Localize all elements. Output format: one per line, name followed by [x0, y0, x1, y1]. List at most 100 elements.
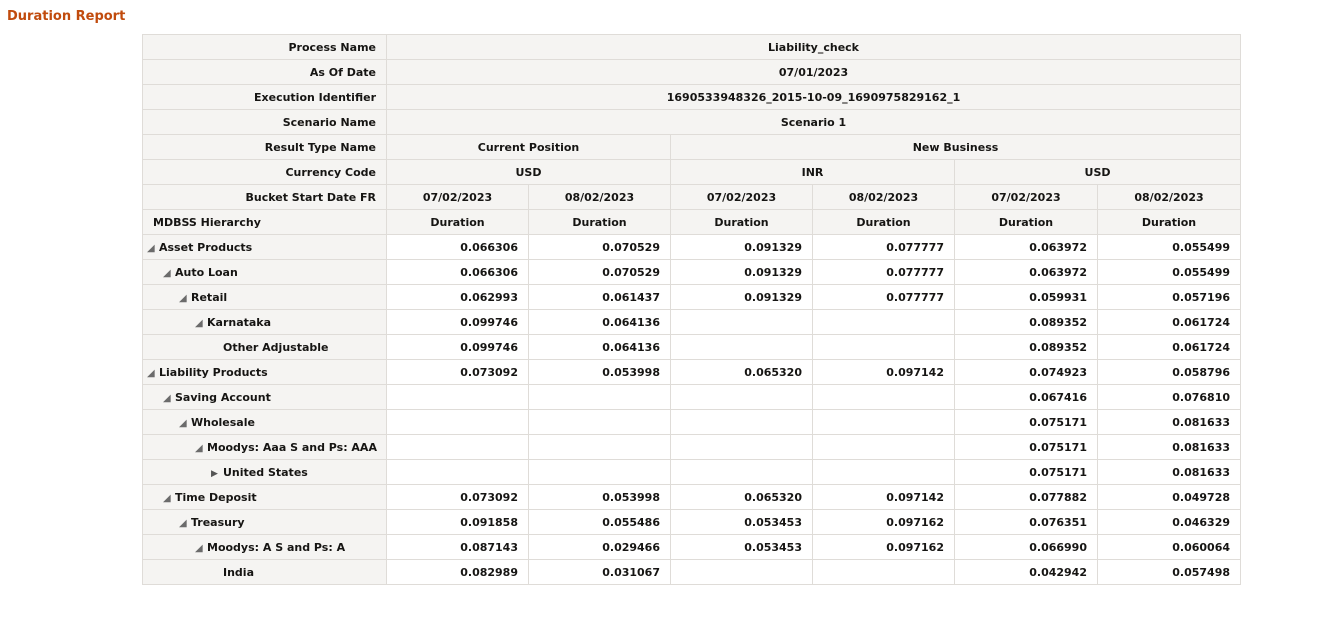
duration-cell: 0.055499 — [1096, 259, 1242, 285]
duration-cell: 0.049728 — [1096, 484, 1242, 510]
duration-cell — [670, 309, 813, 335]
duration-cell — [386, 384, 529, 410]
measure-header: Duration — [1096, 209, 1242, 235]
bucket-date: 08/02/2023 — [812, 184, 955, 210]
bucket-date: 08/02/2023 — [528, 184, 671, 210]
duration-cell: 0.062993 — [386, 284, 529, 310]
hierarchy-row-label: ◢ Auto Loan — [142, 259, 387, 285]
duration-cell: 0.053453 — [670, 534, 813, 560]
duration-cell: 0.061437 — [528, 284, 671, 310]
hierarchy-row-text: Moodys: Aaa S and Ps: AAA — [207, 440, 377, 454]
hierarchy-row-text: India — [223, 565, 254, 579]
duration-cell — [670, 409, 813, 435]
table-row: ◢ Karnataka 0.099746 0.064136 0.089352 0.0617… — [142, 309, 1242, 335]
duration-cell — [528, 434, 671, 460]
hierarchy-row-label: ◢ Asset Products — [142, 234, 387, 260]
currency-usd-new: USD — [953, 159, 1242, 185]
duration-cell — [386, 409, 529, 435]
duration-cell: 0.077777 — [812, 259, 955, 285]
report-title: Duration Report — [7, 9, 126, 24]
duration-cell: 0.061724 — [1096, 334, 1242, 360]
duration-cell: 0.057196 — [1096, 284, 1242, 310]
collapse-icon[interactable]: ◢ — [147, 368, 159, 379]
currency-code-label: Currency Code — [142, 159, 387, 185]
hierarchy-row-label: ◢ Moodys: Aaa S and Ps: AAA — [142, 434, 387, 460]
currency-inr: INR — [670, 159, 955, 185]
duration-cell: 0.091329 — [670, 234, 813, 260]
bucket-start-date-label: Bucket Start Date FR — [142, 184, 387, 210]
hierarchy-row-text: Saving Account — [175, 390, 271, 404]
result-type-current-position: Current Position — [386, 134, 671, 160]
duration-cell: 0.099746 — [386, 309, 529, 335]
duration-cell: 0.061724 — [1096, 309, 1242, 335]
duration-cell: 0.060064 — [1096, 534, 1242, 560]
table-row: ▶ United States 0.075171 0.081633 — [142, 459, 1242, 485]
duration-cell: 0.073092 — [386, 484, 529, 510]
data-rows: ◢ Asset Products 0.066306 0.070529 0.091329 0… — [142, 234, 1242, 585]
duration-cell: 0.091329 — [670, 259, 813, 285]
duration-cell — [386, 434, 529, 460]
table-row: ◢ Moodys: A S and Ps: A 0.087143 0.029466 0.… — [142, 534, 1242, 560]
collapse-icon[interactable]: ◢ — [179, 418, 191, 429]
hierarchy-row-text: Time Deposit — [175, 490, 257, 504]
duration-report-table: Process Name Liability_check As Of Date … — [142, 34, 1242, 585]
table-row: ◢ Treasury 0.091858 0.055486 0.053453 0.09716… — [142, 509, 1242, 535]
hierarchy-row-text: Other Adjustable — [223, 340, 329, 354]
execution-identifier-label: Execution Identifier — [142, 84, 387, 110]
table-row: Other Adjustable 0.099746 0.064136 0.089352… — [142, 334, 1242, 360]
collapse-icon[interactable]: ◢ — [195, 443, 207, 454]
duration-cell — [812, 384, 955, 410]
collapse-icon[interactable]: ◢ — [163, 493, 175, 504]
hierarchy-row-label: ◢ Liability Products — [142, 359, 387, 385]
duration-cell — [386, 459, 529, 485]
collapse-icon[interactable]: ◢ — [147, 243, 159, 254]
bucket-date: 07/02/2023 — [386, 184, 529, 210]
duration-cell — [812, 459, 955, 485]
result-type-new-business: New Business — [669, 134, 1242, 160]
duration-cell: 0.087143 — [386, 534, 529, 560]
bucket-date: 08/02/2023 — [1096, 184, 1242, 210]
duration-cell: 0.073092 — [386, 359, 529, 385]
collapse-icon[interactable]: ◢ — [179, 293, 191, 304]
duration-cell: 0.029466 — [528, 534, 671, 560]
duration-cell: 0.097162 — [812, 534, 955, 560]
hierarchy-row-text: Karnataka — [207, 315, 272, 329]
collapse-icon[interactable]: ◢ — [195, 318, 207, 329]
duration-cell: 0.070529 — [528, 234, 671, 260]
hierarchy-row-text: Treasury — [191, 515, 245, 529]
collapse-icon[interactable]: ◢ — [195, 543, 207, 554]
duration-cell — [812, 409, 955, 435]
collapse-icon[interactable]: ◢ — [179, 518, 191, 529]
process-name-row: Process Name Liability_check — [142, 34, 1242, 60]
duration-cell: 0.081633 — [1096, 434, 1242, 460]
duration-cell: 0.063972 — [954, 259, 1098, 285]
hierarchy-row-label: ◢ Karnataka — [142, 309, 387, 335]
duration-cell: 0.081633 — [1096, 459, 1242, 485]
hierarchy-label: MDBSS Hierarchy — [142, 209, 387, 235]
hierarchy-row-label: India — [142, 559, 387, 585]
bucket-date: 07/02/2023 — [670, 184, 813, 210]
collapse-icon[interactable]: ◢ — [163, 393, 175, 404]
hierarchy-row-label: ◢ Moodys: A S and Ps: A — [142, 534, 387, 560]
execution-identifier-value: 1690533948326_2015-10-09_1690975829162_1 — [385, 84, 1242, 110]
duration-cell: 0.091329 — [670, 284, 813, 310]
collapse-icon[interactable]: ◢ — [163, 268, 175, 279]
duration-cell: 0.053998 — [528, 484, 671, 510]
as-of-date-row: As Of Date 07/01/2023 — [142, 59, 1242, 85]
table-row: ◢ Wholesale 0.075171 0.081633 — [142, 409, 1242, 435]
measure-header: Duration — [528, 209, 671, 235]
duration-cell: 0.075171 — [954, 459, 1098, 485]
duration-cell — [670, 334, 813, 360]
duration-cell: 0.089352 — [954, 334, 1098, 360]
duration-cell: 0.055486 — [528, 509, 671, 535]
table-row: ◢ Moodys: Aaa S and Ps: AAA 0.075171 0.0816… — [142, 434, 1242, 460]
duration-cell — [812, 434, 955, 460]
duration-cell: 0.097162 — [812, 509, 955, 535]
execution-identifier-row: Execution Identifier 1690533948326_2015-… — [142, 84, 1242, 110]
duration-cell: 0.067416 — [954, 384, 1098, 410]
expand-icon[interactable]: ▶ — [211, 469, 223, 479]
duration-cell: 0.046329 — [1096, 509, 1242, 535]
duration-cell: 0.076810 — [1096, 384, 1242, 410]
duration-cell — [528, 409, 671, 435]
hierarchy-row-label: ◢ Time Deposit — [142, 484, 387, 510]
